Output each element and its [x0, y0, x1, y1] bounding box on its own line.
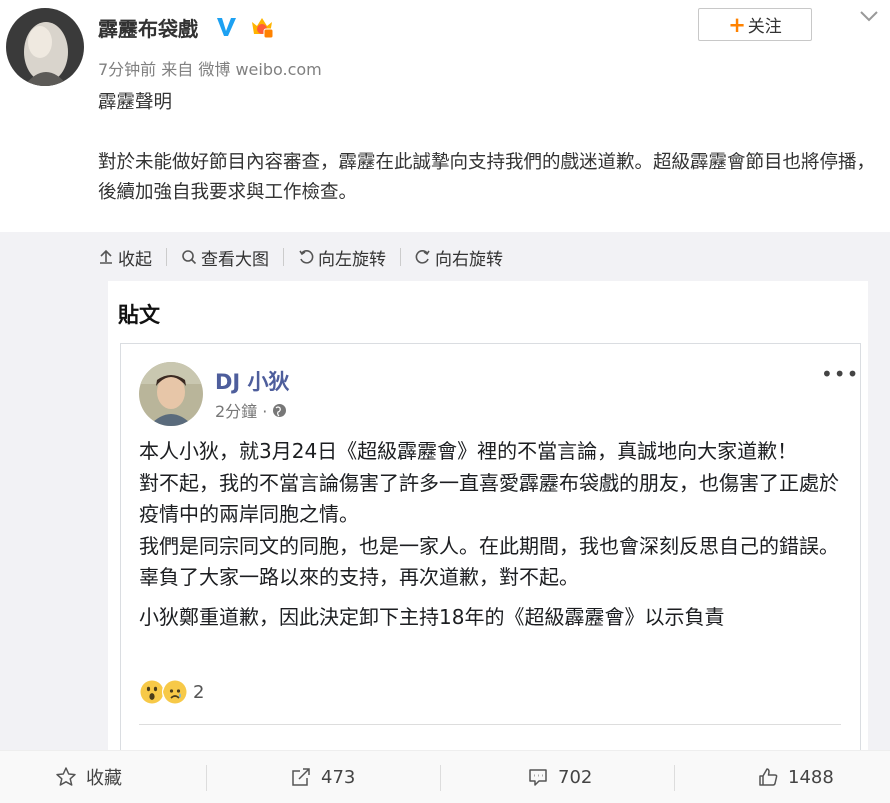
follow-label: 关注 — [747, 17, 782, 37]
post-line-2: 對於未能做好節目內容審查，霹靂在此誠摯向支持我們的戲迷道歉。超級霹靂會節目也將停… — [98, 152, 876, 203]
plus-icon: + — [728, 12, 746, 37]
verified-icon — [215, 16, 237, 38]
post-text: 霹靂聲明 對於未能做好節目內容審查，霹靂在此誠摯向支持我們的戲迷道歉。超級霹靂會… — [98, 88, 878, 208]
rotate-left-label: 向左旋转 — [318, 249, 386, 270]
follow-button[interactable]: + 关注 — [698, 8, 812, 41]
star-icon — [56, 767, 76, 786]
account-name[interactable]: 霹靂布袋戲 — [98, 13, 198, 42]
view-large-label: 查看大图 — [201, 249, 269, 270]
action-divider — [674, 765, 675, 791]
reaction-count: 2 — [193, 681, 205, 703]
toolbar-divider — [166, 248, 167, 266]
action-divider — [206, 765, 207, 791]
chevron-down-icon[interactable] — [858, 8, 880, 24]
comment-icon — [529, 769, 547, 786]
fb-divider — [139, 724, 841, 725]
like-count: 1488 — [788, 766, 834, 788]
avatar[interactable] — [6, 8, 84, 86]
rotate-right-icon — [415, 250, 430, 264]
comment-button[interactable]: 702 — [527, 751, 592, 803]
rotate-left-icon — [299, 250, 314, 264]
fb-avatar — [139, 362, 203, 426]
collapse-button[interactable]: 收起 — [98, 245, 152, 270]
collapse-label: 收起 — [118, 249, 152, 270]
more-options-icon: ••• — [821, 362, 860, 386]
comment-count: 702 — [558, 766, 593, 788]
fb-post: DJ 小狄 2分鐘 · ••• 本人小狄，就3月24日《超級霹靂會》裡的不當言論… — [120, 343, 861, 750]
sad-reaction-icon — [162, 679, 188, 705]
favorite-button[interactable]: 收藏 — [55, 751, 122, 803]
post-line-blank — [98, 118, 878, 148]
fb-author-name: DJ 小狄 — [215, 370, 290, 394]
favorite-label: 收藏 — [86, 768, 122, 789]
fb-post-body: 本人小狄，就3月24日《超級霹靂會》裡的不當言論，真誠地向大家道歉！ 對不起，我… — [139, 436, 851, 633]
fb-time-text: 2分鐘 · — [215, 402, 268, 421]
image-title: 貼文 — [118, 303, 160, 327]
view-large-button[interactable]: 查看大图 — [181, 245, 269, 270]
search-icon — [182, 250, 197, 265]
thumbs-up-icon — [759, 768, 778, 786]
member-badge-icon[interactable] — [249, 14, 275, 40]
fb-reactions: 2 — [139, 679, 204, 705]
action-divider — [440, 765, 441, 791]
fb-paragraph-2: 小狄鄭重道歉，因此決定卸下主持18年的《超級霹靂會》以示負責 — [139, 604, 725, 629]
arrow-up-icon — [100, 249, 112, 264]
rotate-right-label: 向右旋转 — [435, 249, 503, 270]
image-toolbar: 收起 查看大图 向左旋转 向右旋转 — [98, 244, 503, 270]
globe-icon — [273, 403, 287, 417]
post-line-1: 霹靂聲明 — [98, 92, 173, 113]
toolbar-divider — [283, 248, 284, 266]
fb-paragraph-1: 本人小狄，就3月24日《超級霹靂會》裡的不當言論，真誠地向大家道歉！ 對不起，我… — [139, 439, 839, 589]
post-meta: 7分钟前 来自 微博 weibo.com — [98, 60, 322, 79]
rotate-right-button[interactable]: 向右旋转 — [415, 245, 503, 270]
toolbar-divider — [400, 248, 401, 266]
fb-timestamp: 2分鐘 · — [215, 398, 287, 422]
action-bar: 收藏 473 702 1488 — [0, 750, 890, 803]
rotate-left-button[interactable]: 向左旋转 — [298, 245, 386, 270]
share-icon — [292, 768, 310, 786]
repost-count: 473 — [321, 766, 356, 788]
like-button[interactable]: 1488 — [757, 751, 834, 803]
repost-button[interactable]: 473 — [290, 751, 355, 803]
post-image[interactable]: 貼文 DJ 小狄 2分鐘 · ••• 本人小狄，就3月24日《超級霹靂會》裡的不… — [108, 281, 868, 750]
